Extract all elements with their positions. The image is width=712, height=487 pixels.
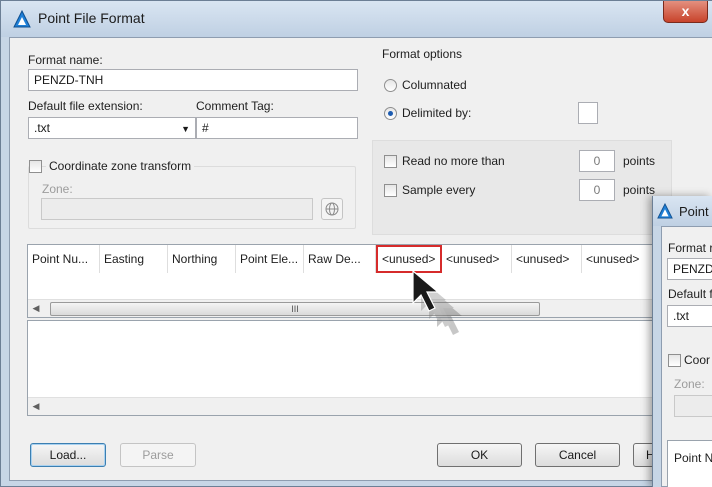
zone-input[interactable] — [41, 198, 313, 220]
comment-tag-input[interactable]: # — [196, 117, 358, 139]
column-header-row: Point Nu... Easting Northing Point Ele..… — [28, 245, 658, 273]
scroll-left-icon[interactable]: ◀ — [31, 401, 41, 412]
read-no-more-label: Read no more than — [402, 154, 505, 168]
comment-tag-label: Comment Tag: — [196, 99, 274, 113]
second-dialog-title: Point — [679, 204, 709, 219]
column-header[interactable]: Easting — [100, 245, 168, 273]
read-no-more-input[interactable]: 0 — [579, 150, 615, 172]
dialog-body: Format name: PENZD-TNH Default file exte… — [9, 37, 712, 481]
column-header[interactable]: <unused> — [512, 245, 582, 273]
sample-every-input[interactable]: 0 — [579, 179, 615, 201]
sample-every-label: Sample every — [402, 183, 476, 197]
default-extension-value: .txt — [34, 121, 51, 135]
preview-scrollbar[interactable]: ◀ — [28, 397, 656, 415]
mouse-cursor-icon — [412, 269, 462, 335]
cancel-button[interactable]: Cancel — [535, 443, 620, 467]
read-no-more-unit: points — [623, 154, 656, 168]
columnated-radio[interactable] — [384, 79, 397, 92]
format-name-input[interactable]: PENZD-TNH — [28, 69, 358, 91]
load-button[interactable]: Load... — [30, 443, 106, 467]
second-title-bar[interactable]: Point — [653, 196, 712, 226]
second-column-grid: Point N — [667, 440, 712, 487]
default-extension-select[interactable]: .txt ▼ — [28, 117, 196, 139]
autocad-civil-icon — [657, 203, 673, 219]
delimited-radio[interactable] — [384, 107, 397, 120]
format-name-label: Format name: — [28, 53, 103, 67]
preview-grid: ◀ — [27, 320, 657, 416]
second-default-ext-label: Default f — [668, 287, 712, 301]
chevron-down-icon: ▼ — [181, 124, 190, 134]
second-coord-checkbox[interactable] — [668, 354, 681, 367]
second-zone-input[interactable] — [674, 395, 712, 417]
second-point-file-format-dialog: Point Format r PENZD- Default f .txt Coo… — [652, 196, 712, 487]
zone-picker-button[interactable] — [321, 198, 343, 220]
column-header[interactable]: Point Nu... — [28, 245, 100, 273]
title-bar[interactable]: Point File Format x — [1, 1, 712, 37]
format-options-legend: Format options — [382, 47, 463, 61]
column-header[interactable]: Northing — [168, 245, 236, 273]
horizontal-scrollbar[interactable]: ◀ III — [28, 299, 656, 317]
columnated-label: Columnated — [402, 78, 467, 92]
delimiter-input[interactable] — [578, 102, 598, 124]
sample-every-checkbox[interactable] — [384, 184, 397, 197]
ok-button[interactable]: OK — [437, 443, 522, 467]
second-format-name-label: Format r — [668, 241, 712, 255]
dialog-title: Point File Format — [38, 10, 145, 26]
globe-icon — [325, 202, 339, 216]
column-grid: Point Nu... Easting Northing Point Ele..… — [27, 244, 657, 318]
second-default-ext-input[interactable]: .txt — [667, 305, 712, 327]
autocad-civil-icon — [13, 10, 31, 28]
second-column-header[interactable]: Point N — [674, 451, 712, 465]
parse-button[interactable]: Parse — [120, 443, 196, 467]
coordinate-zone-label: Coordinate zone transform — [46, 159, 195, 173]
second-coord-label: Coor — [684, 353, 711, 367]
close-icon[interactable]: x — [663, 1, 708, 23]
second-dialog-body: Format r PENZD- Default f .txt Coor Zone… — [661, 226, 712, 487]
second-format-name-input[interactable]: PENZD- — [667, 258, 712, 280]
delimited-label: Delimited by: — [402, 106, 472, 120]
second-zone-label: Zone: — [674, 377, 705, 391]
column-header[interactable]: <unused> — [582, 245, 658, 273]
zone-label: Zone: — [42, 182, 73, 196]
read-no-more-checkbox[interactable] — [384, 155, 397, 168]
sample-every-unit: points — [623, 183, 656, 197]
point-file-format-dialog: Point File Format x Format name: PENZD-T… — [0, 0, 712, 487]
scroll-left-icon[interactable]: ◀ — [31, 303, 41, 314]
coordinate-zone-checkbox[interactable] — [29, 160, 42, 173]
column-header[interactable]: Point Ele... — [236, 245, 304, 273]
default-extension-label: Default file extension: — [28, 99, 143, 113]
column-header[interactable]: Raw De... — [304, 245, 376, 273]
